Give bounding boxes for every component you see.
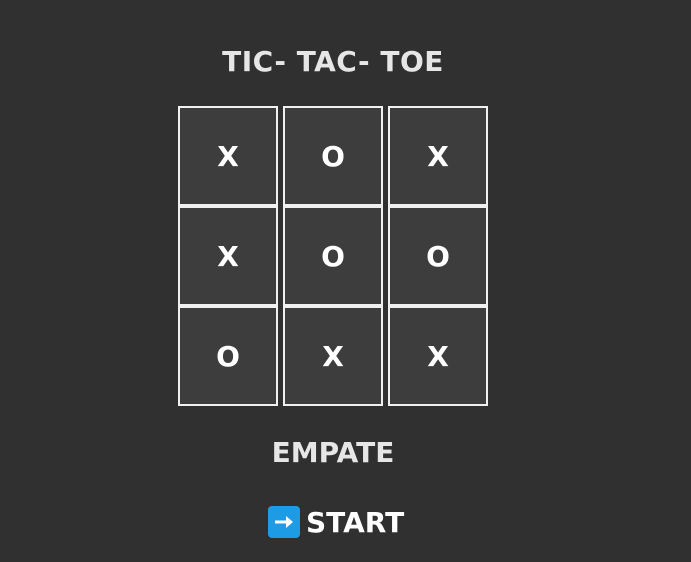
board-cell-3[interactable]: X (388, 106, 488, 206)
board-cell-9[interactable]: X (388, 306, 488, 406)
board-cell-8[interactable]: X (283, 306, 383, 406)
board-cell-7[interactable]: O (178, 306, 278, 406)
board-cell-6[interactable]: O (388, 206, 488, 306)
game-title: TIC- TAC- TOE (222, 45, 444, 78)
board-cell-4[interactable]: X (178, 206, 278, 306)
start-button-label: START (306, 505, 405, 539)
board-cell-1[interactable]: X (178, 106, 278, 206)
game-board: X O X X O O O X X (178, 106, 489, 407)
start-button[interactable]: START (268, 502, 404, 542)
board-cell-2[interactable]: O (283, 106, 383, 206)
game-status: EMPATE (271, 436, 395, 469)
game-screen: TIC- TAC- TOE X O X X O O O X X EMPATE S… (0, 0, 691, 562)
board-cell-5[interactable]: O (283, 206, 383, 306)
right-arrow-icon (268, 506, 300, 538)
